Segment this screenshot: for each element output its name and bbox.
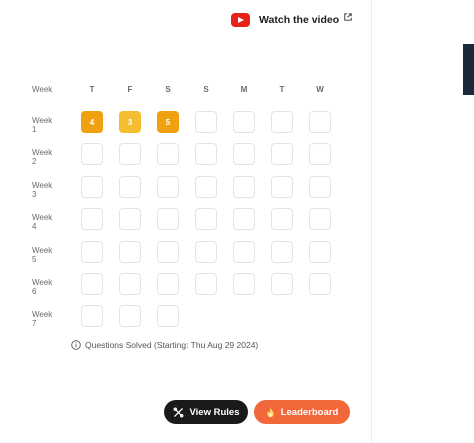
day-cell[interactable] (233, 143, 255, 166)
week-label: Week 5 (32, 245, 53, 264)
week-label: Week 7 (32, 310, 53, 329)
day-cell[interactable] (119, 305, 141, 328)
day-cell[interactable] (233, 208, 255, 231)
day-cell[interactable] (195, 111, 217, 133)
external-link-icon (344, 13, 352, 21)
questions-solved-info: Questions Solved (Starting: Thu Aug 29 2… (71, 339, 258, 351)
day-header: W (316, 85, 324, 94)
day-cell[interactable] (195, 240, 217, 263)
day-cell[interactable]: 4 (81, 111, 103, 133)
day-cell[interactable] (81, 208, 103, 231)
day-cell[interactable] (233, 175, 255, 198)
day-cell[interactable] (233, 111, 255, 133)
day-header: S (165, 85, 171, 94)
day-cell[interactable] (195, 175, 217, 198)
day-cell[interactable] (157, 208, 179, 231)
day-cell[interactable] (309, 208, 331, 231)
day-cell[interactable]: 3 (119, 111, 141, 133)
leaderboard-button[interactable]: Leaderboard (254, 400, 350, 424)
day-cell[interactable] (119, 175, 141, 198)
day-cell[interactable] (309, 273, 331, 295)
day-cell[interactable] (119, 273, 141, 295)
day-cell[interactable] (309, 143, 331, 166)
day-cell[interactable] (233, 240, 255, 263)
day-cell[interactable] (81, 240, 103, 263)
questions-solved-text: Questions Solved (Starting: Thu Aug 29 2… (85, 340, 259, 350)
day-cell[interactable] (233, 273, 255, 295)
day-cell[interactable] (309, 111, 331, 133)
week-label: Week 2 (32, 148, 53, 167)
day-cell[interactable] (195, 143, 217, 166)
view-rules-button[interactable]: View Rules (164, 400, 248, 424)
day-cell[interactable] (309, 175, 331, 198)
day-header: T (279, 85, 285, 94)
day-cell[interactable] (157, 175, 179, 198)
watch-video-label: Watch the video (259, 14, 340, 26)
info-icon (71, 340, 81, 350)
panel-divider (371, 0, 372, 443)
day-cell[interactable] (81, 305, 103, 328)
day-cell[interactable] (157, 305, 179, 328)
week-label: Week 4 (32, 213, 53, 232)
day-header: F (127, 85, 133, 94)
day-cell[interactable] (81, 175, 103, 198)
day-cell[interactable]: 5 (157, 111, 179, 133)
day-cell[interactable] (119, 208, 141, 231)
day-cell[interactable] (271, 175, 293, 198)
day-cell[interactable] (195, 208, 217, 231)
day-cell[interactable] (271, 111, 293, 133)
day-cell[interactable] (157, 273, 179, 295)
day-cell[interactable] (195, 273, 217, 295)
day-cell[interactable] (157, 240, 179, 263)
day-cell[interactable] (157, 143, 179, 166)
fire-icon (267, 407, 274, 417)
week-label: Week 3 (32, 180, 53, 199)
day-cell[interactable] (271, 208, 293, 231)
rules-icon (173, 407, 183, 417)
side-panel-edge (463, 44, 474, 95)
week-column-header: Week (32, 85, 53, 94)
day-cell[interactable] (271, 240, 293, 263)
day-cell[interactable] (271, 273, 293, 295)
day-cell[interactable] (81, 143, 103, 166)
week-label: Week 1 (32, 116, 53, 134)
week-label: Week 6 (32, 278, 53, 296)
day-cell[interactable] (119, 240, 141, 263)
day-header: S (203, 85, 209, 94)
day-cell[interactable] (271, 143, 293, 166)
day-header: T (89, 85, 95, 94)
view-rules-label: View Rules (189, 406, 240, 418)
day-cell[interactable] (309, 240, 331, 263)
day-header: M (240, 85, 248, 94)
leaderboard-label: Leaderboard (280, 406, 339, 418)
youtube-icon (231, 13, 250, 27)
day-cell[interactable] (119, 143, 141, 166)
watch-video-link[interactable]: Watch the video (231, 11, 352, 29)
day-cell[interactable] (81, 273, 103, 295)
